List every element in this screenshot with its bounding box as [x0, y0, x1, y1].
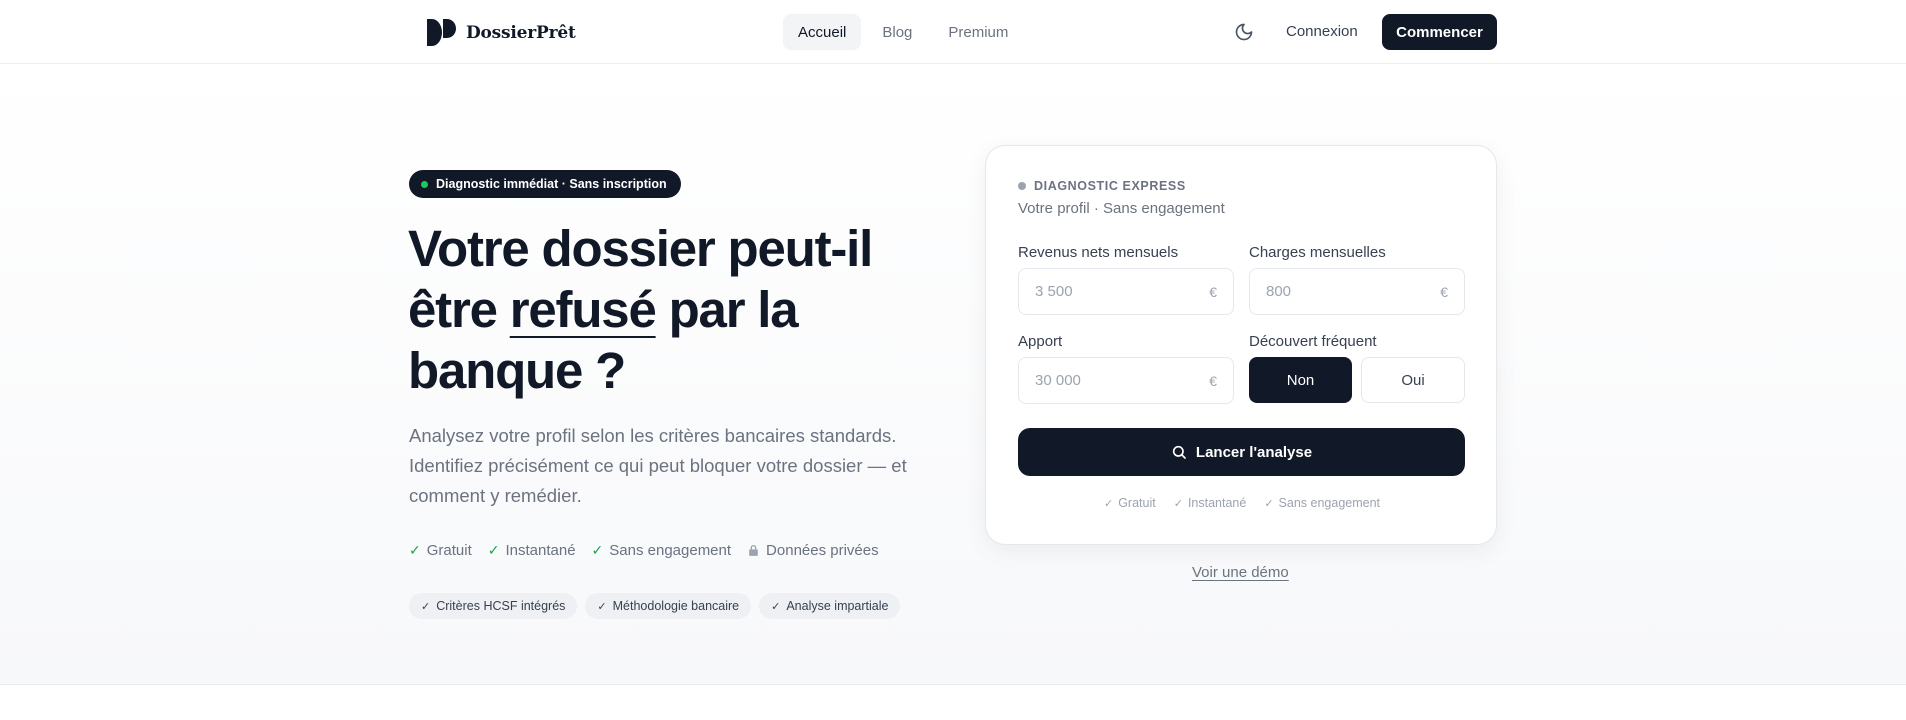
card-check-label: Instantané	[1187, 496, 1247, 510]
charges-input[interactable]	[1266, 283, 1436, 300]
feature-label: Gratuit	[426, 542, 472, 559]
site-header: DossierPrêt Accueil Blog Premium Connexi…	[0, 0, 1906, 64]
start-button[interactable]: Commencer	[1382, 14, 1497, 50]
overdraft-no-button[interactable]: Non	[1249, 357, 1352, 403]
trust-chips: ✓ Critères HCSF intégrés ✓ Méthodologie …	[409, 593, 901, 619]
check-icon: ✓	[421, 600, 431, 613]
charges-field[interactable]: €	[1249, 268, 1465, 315]
moon-icon[interactable]	[1234, 22, 1254, 42]
chip-label: Méthodologie bancaire	[612, 599, 740, 613]
apport-field[interactable]: €	[1018, 357, 1234, 404]
analyze-button[interactable]: Lancer l'analyse	[1018, 428, 1465, 476]
euro-unit: €	[1209, 372, 1217, 389]
card-check-label: Sans engagement	[1278, 496, 1381, 510]
feature-label: Données privées	[766, 542, 879, 559]
nav-item-accueil[interactable]: Accueil	[783, 14, 862, 50]
overdraft-yes-button[interactable]: Oui	[1361, 357, 1465, 403]
hero-features: ✓ Gratuit ✓ Instantané ✓ Sans engagement…	[409, 542, 879, 559]
apport-input[interactable]	[1035, 372, 1205, 389]
card-check-item: ✓ Instantané	[1174, 496, 1247, 510]
check-icon: ✓	[487, 542, 500, 558]
status-dot-icon	[421, 180, 428, 188]
feature-label: Instantané	[505, 542, 576, 559]
trust-chip: ✓ Méthodologie bancaire	[585, 593, 752, 619]
check-icon: ✓	[1264, 497, 1274, 510]
feature-item: Données privées	[747, 542, 879, 559]
section-divider	[0, 684, 1906, 685]
overdraft-label: Découvert fréquent	[1249, 333, 1377, 350]
trust-chip: ✓ Analyse impartiale	[759, 593, 901, 619]
income-field[interactable]: €	[1018, 268, 1234, 315]
demo-link[interactable]: Voir une démo	[1192, 564, 1289, 581]
apport-label: Apport	[1018, 333, 1063, 350]
login-link[interactable]: Connexion	[1286, 23, 1358, 40]
feature-item: ✓ Sans engagement	[592, 542, 732, 559]
card-check-item: ✓ Gratuit	[1104, 496, 1156, 510]
check-icon: ✓	[1173, 497, 1183, 510]
headline-accent: refusé	[509, 281, 657, 338]
hero-badge-label: Diagnostic immédiat · Sans inscription	[436, 177, 667, 191]
check-icon: ✓	[771, 600, 781, 613]
hero-badge: Diagnostic immédiat · Sans inscription	[409, 170, 681, 198]
hero-headline: Votre dossier peut-il être refusé par la…	[408, 218, 928, 401]
card-eyebrow: DIAGNOSTIC EXPRESS	[1018, 179, 1186, 193]
main-nav: Accueil Blog Premium	[783, 14, 1023, 50]
feature-item: ✓ Gratuit	[409, 542, 472, 559]
check-icon: ✓	[597, 600, 607, 613]
card-check-item: ✓ Sans engagement	[1264, 496, 1380, 510]
hero-lead: Analysez votre profil selon les critères…	[409, 425, 907, 506]
search-icon	[1172, 445, 1186, 459]
hero-section	[0, 65, 1906, 685]
card-subtitle: Votre profil · Sans engagement	[1018, 200, 1225, 217]
card-checks: ✓ Gratuit ✓ Instantané ✓ Sans engagement	[986, 496, 1498, 510]
diagnostic-card: DIAGNOSTIC EXPRESS Votre profil · Sans e…	[985, 145, 1497, 545]
income-input[interactable]	[1035, 283, 1205, 300]
logo-mark-icon	[427, 19, 456, 46]
brand-logo[interactable]: DossierPrêt	[427, 19, 576, 46]
lock-icon	[749, 544, 758, 556]
charges-label: Charges mensuelles	[1249, 244, 1386, 261]
check-icon: ✓	[409, 542, 421, 558]
dot-icon	[1018, 182, 1026, 190]
trust-chip: ✓ Critères HCSF intégrés	[409, 593, 578, 619]
card-eyebrow-label: DIAGNOSTIC EXPRESS	[1034, 179, 1186, 193]
card-check-label: Gratuit	[1118, 496, 1156, 510]
euro-unit: €	[1209, 283, 1217, 300]
nav-item-blog[interactable]: Blog	[867, 14, 927, 50]
check-icon: ✓	[591, 542, 604, 558]
feature-item: ✓ Instantané	[488, 542, 576, 559]
nav-item-premium[interactable]: Premium	[933, 14, 1023, 50]
chip-label: Critères HCSF intégrés	[436, 599, 566, 613]
brand-name: DossierPrêt	[466, 22, 576, 43]
analyze-button-label: Lancer l'analyse	[1195, 443, 1313, 461]
chip-label: Analyse impartiale	[786, 599, 889, 613]
income-label: Revenus nets mensuels	[1018, 244, 1179, 261]
feature-label: Sans engagement	[609, 542, 732, 559]
euro-unit: €	[1440, 283, 1448, 300]
check-icon: ✓	[1103, 497, 1114, 510]
